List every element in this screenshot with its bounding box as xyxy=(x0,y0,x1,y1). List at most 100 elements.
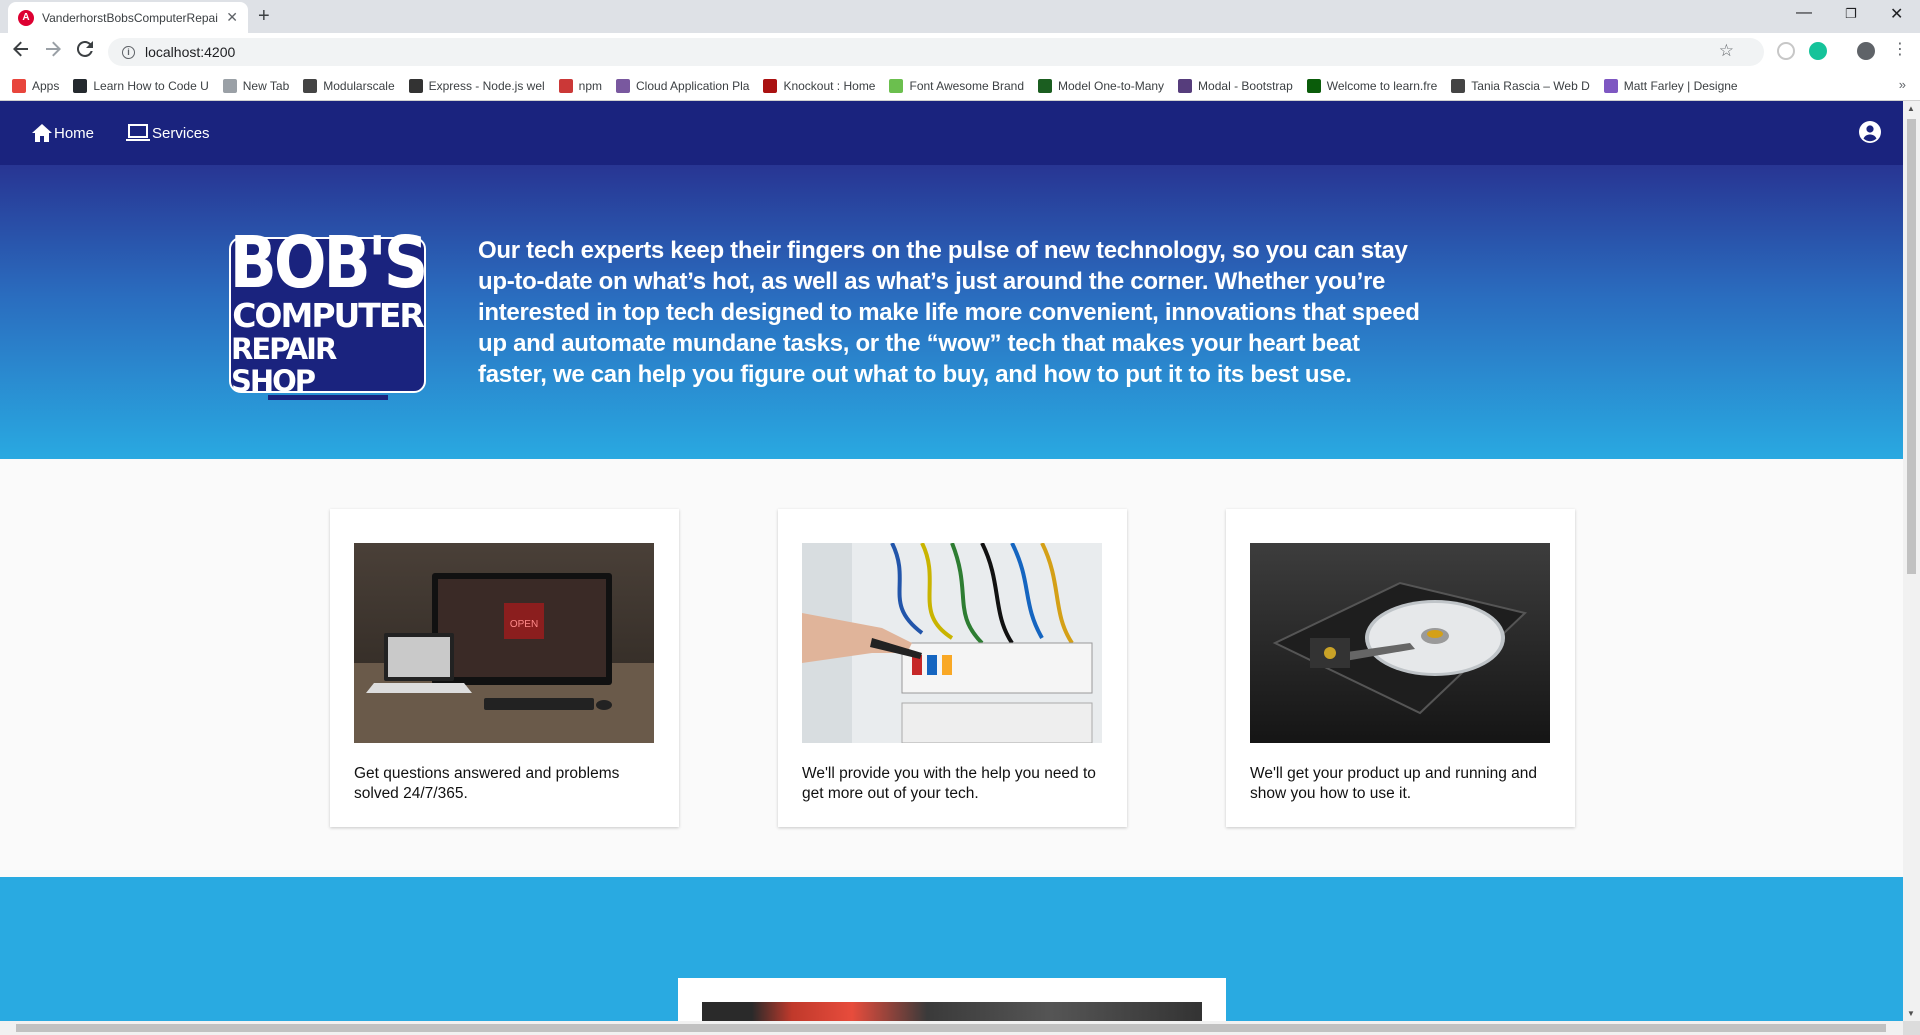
account-circle-icon[interactable] xyxy=(1859,121,1881,143)
bookmark-label: Matt Farley | Designe xyxy=(1623,78,1738,93)
mongoose-icon xyxy=(1038,78,1052,93)
tab-close-icon[interactable]: ✕ xyxy=(226,9,238,26)
floppy-icon xyxy=(1451,78,1466,93)
bookmark-item[interactable]: Model One-to-Many xyxy=(1038,78,1165,93)
bookmark-item[interactable]: Modal - Bootstrap xyxy=(1178,78,1293,93)
bookmark-label: Welcome to learn.fre xyxy=(1326,78,1438,93)
github-icon xyxy=(73,78,88,93)
scrollbar-corner xyxy=(1903,1021,1920,1035)
service-card: We'll provide you with the help you need… xyxy=(778,509,1127,827)
heroku-icon xyxy=(616,78,631,93)
profile-icon[interactable] xyxy=(1857,42,1875,60)
menu-dots-icon[interactable]: ⋮ xyxy=(1892,39,1908,59)
browser-toolbar: i localhost:4200 ☆ ⋮ xyxy=(0,33,1920,71)
bookmark-star-icon[interactable]: ☆ xyxy=(1719,41,1734,61)
nav-home-label: Home xyxy=(54,124,95,142)
bookmark-label: New Tab xyxy=(242,78,290,93)
nav-services-label: Services xyxy=(152,124,210,142)
bookmark-item[interactable]: Welcome to learn.fre xyxy=(1306,78,1438,93)
tab-title: VanderhorstBobsComputerRepai xyxy=(42,10,218,25)
modularscale-icon xyxy=(303,78,318,93)
app-navbar: Home Services xyxy=(0,101,1903,165)
window-close-icon[interactable]: ✕ xyxy=(1890,4,1903,24)
bookmark-label: Font Awesome Brand xyxy=(909,78,1024,93)
bookmark-label: Tania Rascia – Web D xyxy=(1471,78,1590,93)
horizontal-scroll-thumb[interactable] xyxy=(16,1024,1886,1032)
page-viewport: Home Services BOB'S COMPUTER REPAIR SHOP… xyxy=(0,101,1903,1021)
bookmark-item[interactable]: Font Awesome Brand xyxy=(889,78,1024,93)
vertical-scrollbar[interactable]: ▲ ▼ xyxy=(1903,101,1920,1021)
hard-drive-photo xyxy=(1250,543,1550,743)
bookmark-item[interactable]: Express - Node.js wel xyxy=(408,78,545,93)
url-text: localhost:4200 xyxy=(145,44,236,60)
scroll-up-icon[interactable]: ▲ xyxy=(1907,104,1915,113)
back-arrow-icon[interactable] xyxy=(13,41,29,62)
workspace-photo: OPEN xyxy=(354,543,654,743)
logo-monitor-stand xyxy=(268,395,388,400)
fontawesome-icon xyxy=(889,78,904,93)
card-description: Get questions answered and problems solv… xyxy=(354,765,620,802)
vertical-scroll-thumb[interactable] xyxy=(1907,119,1916,574)
restore-icon[interactable]: ❐ xyxy=(1845,6,1857,22)
page-icon xyxy=(222,78,237,93)
grammarly-icon[interactable] xyxy=(1809,42,1827,60)
bookmark-item[interactable]: Learn How to Code U xyxy=(73,78,209,93)
logo-line-1: BOB'S xyxy=(229,220,429,305)
home-icon xyxy=(32,124,52,142)
bookmark-label: Modal - Bootstrap xyxy=(1198,78,1293,93)
service-card: OPEN Get questions answered and problems… xyxy=(330,509,679,827)
new-tab-icon[interactable]: + xyxy=(258,5,270,28)
apps-grid-icon xyxy=(12,78,26,93)
scroll-down-icon[interactable]: ▼ xyxy=(1907,1009,1915,1018)
featured-section xyxy=(0,877,1903,1021)
more-bookmarks-icon[interactable]: » xyxy=(1899,77,1906,92)
bookmark-label: Model One-to-Many xyxy=(1058,78,1165,93)
bookmark-item[interactable]: Matt Farley | Designe xyxy=(1603,78,1738,93)
address-bar[interactable]: i localhost:4200 ☆ xyxy=(108,38,1764,66)
bookmark-item[interactable]: Modularscale xyxy=(303,78,395,93)
laptop-icon xyxy=(126,124,151,141)
bookmark-label: npm xyxy=(578,78,603,93)
mattfarley-icon xyxy=(1603,78,1618,93)
knockout-icon xyxy=(763,78,778,93)
card-description: We'll get your product up and running an… xyxy=(1250,765,1538,802)
freecodecamp-icon xyxy=(1306,78,1321,93)
bookmark-item[interactable]: New Tab xyxy=(222,78,290,93)
bookmark-label: Knockout : Home xyxy=(783,78,876,93)
site-info-icon[interactable]: i xyxy=(122,45,135,59)
minimize-icon[interactable]: — xyxy=(1796,4,1812,22)
bookmark-item[interactable]: Tania Rascia – Web D xyxy=(1451,78,1590,93)
card-description: We'll provide you with the help you need… xyxy=(802,765,1096,802)
bookmark-label: Modularscale xyxy=(323,78,395,93)
angular-favicon-icon: A xyxy=(18,9,34,26)
nav-services-link[interactable]: Services xyxy=(126,124,210,142)
bookmark-item[interactable]: Knockout : Home xyxy=(763,78,876,93)
browser-tab-strip: A VanderhorstBobsComputerRepai ✕ + — ❐ ✕ xyxy=(0,0,1920,33)
bobs-logo: BOB'S COMPUTER REPAIR SHOP xyxy=(229,227,428,397)
logo-line-3: REPAIR SHOP xyxy=(231,332,337,398)
npm-icon xyxy=(558,78,573,93)
service-card: We'll get your product up and running an… xyxy=(1226,509,1575,827)
bookmark-label: Apps xyxy=(32,78,60,93)
services-cards-section: OPEN Get questions answered and problems… xyxy=(0,459,1903,877)
bookmark-label: Cloud Application Pla xyxy=(636,78,750,93)
featured-photo xyxy=(702,1002,1202,1021)
bookmarks-bar: Apps Learn How to Code U New Tab Modularsca… xyxy=(0,71,1920,101)
bookmark-label: Learn How to Code U xyxy=(93,78,209,93)
reload-icon[interactable] xyxy=(76,40,93,62)
forward-arrow-icon[interactable] xyxy=(45,41,61,62)
browser-tab[interactable]: A VanderhorstBobsComputerRepai ✕ xyxy=(8,2,248,33)
bookmark-item[interactable]: npm xyxy=(558,78,603,93)
bookmark-item[interactable]: Apps xyxy=(12,78,60,93)
bootstrap-icon xyxy=(1178,78,1193,93)
nav-home-link[interactable]: Home xyxy=(32,124,94,142)
bookmark-item[interactable]: Cloud Application Pla xyxy=(616,78,750,93)
featured-card xyxy=(678,978,1226,1021)
horizontal-scrollbar[interactable] xyxy=(0,1021,1903,1035)
open-sign-text: OPEN xyxy=(510,619,538,630)
express-icon xyxy=(408,78,423,93)
electrical-panel-photo xyxy=(802,543,1102,743)
bookmark-label: Express - Node.js wel xyxy=(428,78,545,93)
extension-gear-icon[interactable] xyxy=(1777,42,1795,60)
hero-description: Our tech experts keep their fingers on t… xyxy=(478,237,1420,388)
